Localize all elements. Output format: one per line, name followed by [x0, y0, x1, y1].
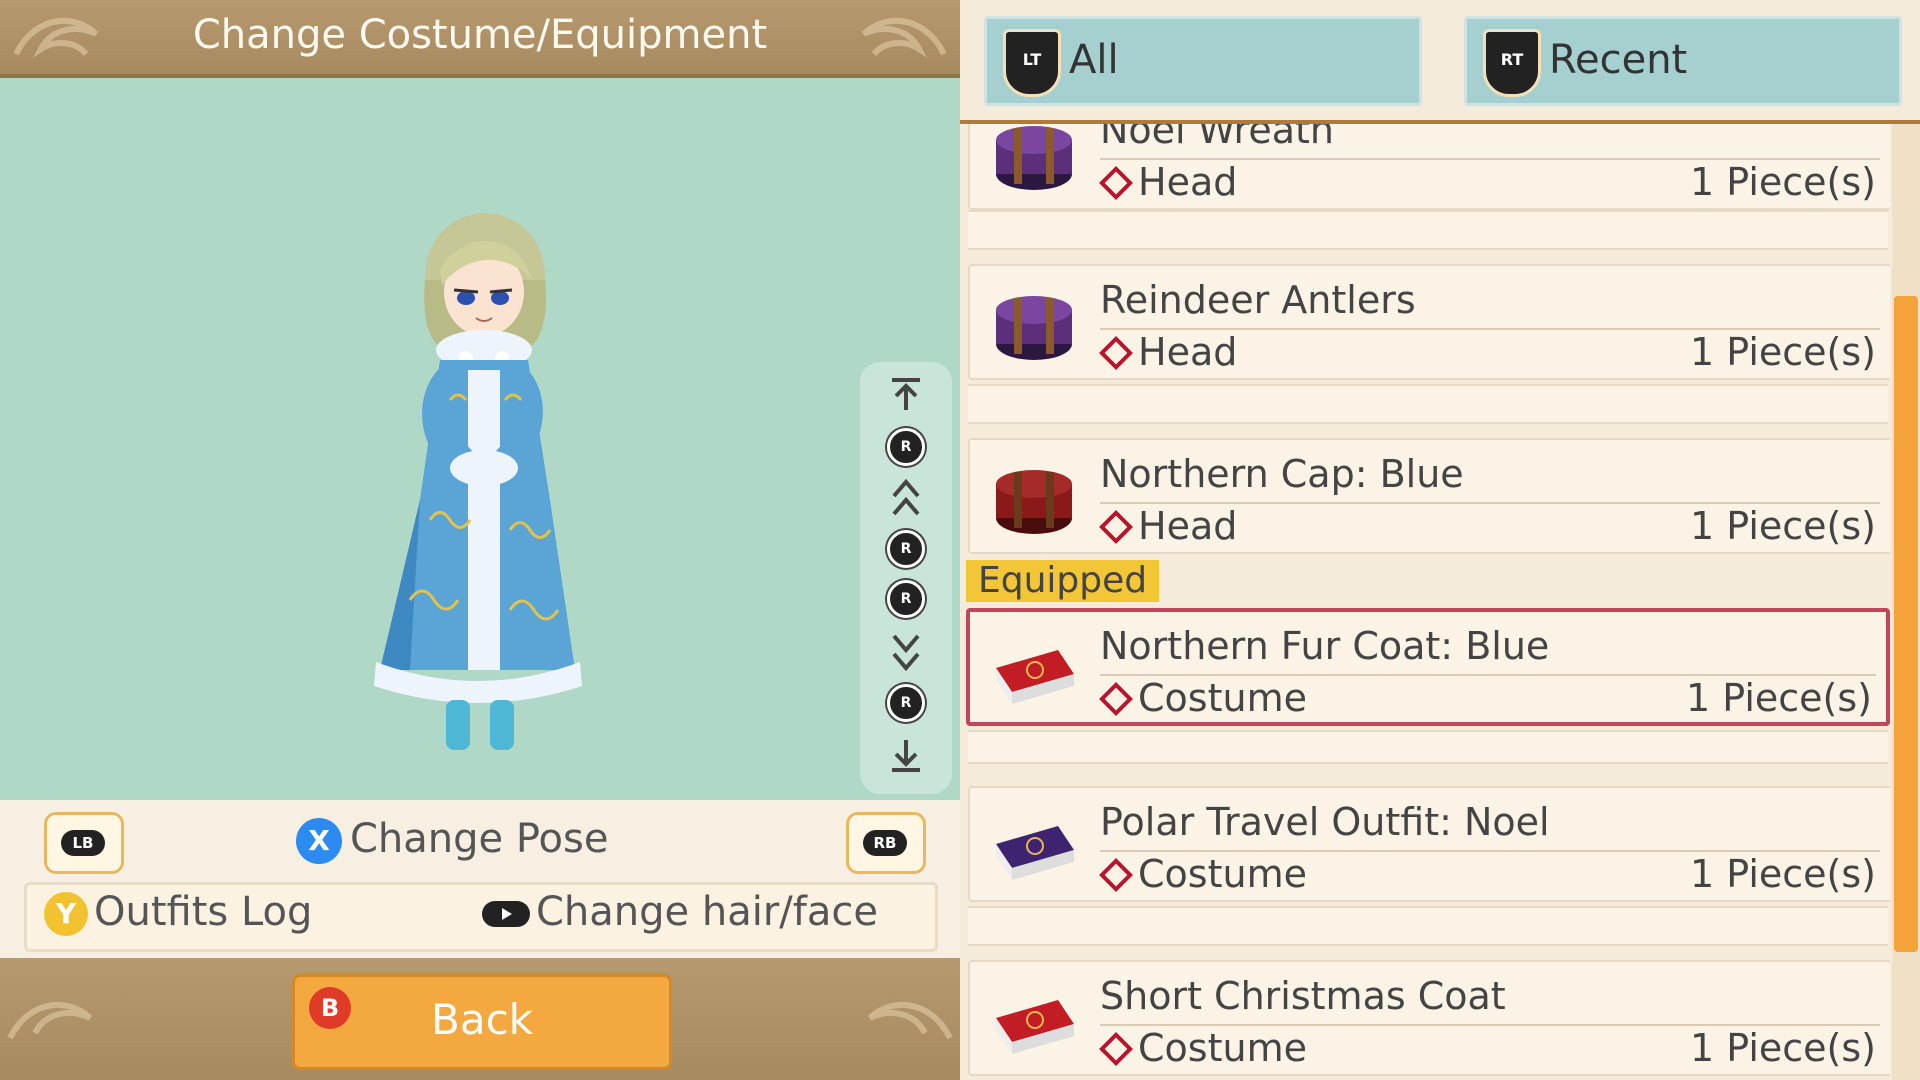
rt-button-icon: RT	[1483, 29, 1541, 97]
rotate-left-icon[interactable]: R	[860, 530, 952, 568]
item-category: Costume	[1096, 1026, 1307, 1070]
item-name: Short Christmas Coat	[1100, 974, 1506, 1018]
zoom-out-icon[interactable]	[860, 628, 952, 678]
diamond-icon	[1099, 1031, 1133, 1066]
ornament-icon	[7, 1002, 93, 1040]
item-name: Polar Travel Outfit: Noel	[1100, 800, 1550, 844]
hat-box-red-icon	[996, 470, 1072, 534]
item-quantity: 1 Piece(s)	[1690, 160, 1876, 204]
item-quantity: 1 Piece(s)	[1690, 504, 1876, 548]
zoom-in-icon[interactable]	[860, 476, 952, 526]
character-model[interactable]	[350, 200, 610, 780]
diamond-icon	[1099, 509, 1133, 544]
divider	[968, 906, 1888, 946]
list-item[interactable]: Polar Travel Outfit: Noel Costume 1 Piec…	[968, 786, 1890, 902]
item-name: Reindeer Antlers	[1100, 278, 1416, 322]
costume-case-red-icon	[996, 1000, 1074, 1054]
change-hair-face-label: Change hair/face	[536, 889, 878, 935]
divider	[968, 384, 1888, 424]
divider	[968, 210, 1888, 250]
ornament-icon	[867, 1002, 953, 1040]
item-category: Head	[1096, 160, 1237, 204]
item-name: Northern Cap: Blue	[1100, 452, 1464, 496]
tab-all[interactable]: LT All	[984, 16, 1422, 106]
camera-controls: R R R R	[860, 362, 952, 794]
change-pose-label: Change Pose	[350, 816, 609, 862]
item-name: Northern Fur Coat: Blue	[1100, 624, 1550, 668]
hat-box-purple-icon	[996, 126, 1072, 190]
hat-box-purple-icon	[996, 296, 1072, 360]
lb-button[interactable]: LB	[44, 812, 124, 874]
tab-recent[interactable]: RT Recent	[1464, 16, 1902, 106]
back-label: Back	[431, 995, 533, 1044]
rotate-down-icon[interactable]: R	[860, 684, 952, 722]
costume-case-purple-icon	[996, 826, 1074, 880]
item-quantity: 1 Piece(s)	[1690, 330, 1876, 374]
list-item[interactable]: Reindeer Antlers Head 1 Piece(s)	[968, 264, 1890, 380]
item-category-label: Costume	[1138, 676, 1307, 720]
zoom-in-max-icon[interactable]	[860, 376, 952, 416]
item-category-label: Head	[1138, 330, 1238, 374]
item-category-label: Costume	[1138, 852, 1307, 896]
tab-label: Recent	[1549, 37, 1688, 83]
scrollbar-thumb[interactable]	[1894, 296, 1918, 952]
y-button-icon: Y	[44, 892, 88, 936]
x-button-icon: X	[296, 818, 342, 864]
list-item-selected[interactable]: Northern Fur Coat: Blue Costume 1 Piece(…	[966, 608, 1890, 726]
change-hair-face-button[interactable]: Change hair/face	[482, 889, 878, 935]
item-category: Head	[1096, 504, 1237, 548]
right-stick-icon	[482, 901, 530, 927]
divider	[968, 730, 1888, 764]
item-category-label: Head	[1138, 160, 1238, 204]
item-quantity: 1 Piece(s)	[1690, 852, 1876, 896]
tab-label: All	[1069, 37, 1119, 83]
back-button[interactable]: B Back	[292, 974, 672, 1070]
item-quantity: 1 Piece(s)	[1686, 676, 1872, 720]
diamond-icon	[1099, 857, 1133, 892]
item-category: Head	[1096, 330, 1237, 374]
diamond-icon	[1099, 335, 1133, 370]
item-name: Noel Wreath	[1100, 124, 1334, 152]
rb-button[interactable]: RB	[846, 812, 926, 874]
item-category-label: Costume	[1138, 1026, 1307, 1070]
item-category-label: Head	[1138, 504, 1238, 548]
item-quantity: 1 Piece(s)	[1690, 1026, 1876, 1070]
rotate-up-icon[interactable]: R	[860, 428, 952, 466]
change-pose-button[interactable]: X Change Pose	[296, 816, 608, 866]
title-bar: Change Costume/Equipment	[0, 0, 960, 78]
diamond-icon	[1099, 681, 1133, 716]
rotate-right-icon[interactable]: R	[860, 580, 952, 618]
costume-case-red-icon	[996, 650, 1074, 704]
item-category: Costume	[1096, 676, 1307, 720]
lt-button-icon: LT	[1003, 29, 1061, 97]
item-list[interactable]: Noel Wreath Head 1 Piece(s) Reindeer Ant…	[960, 124, 1890, 1080]
diamond-icon	[1099, 165, 1133, 200]
outfits-log-button[interactable]: Y Outfits Log	[44, 889, 312, 936]
list-item[interactable]: Northern Cap: Blue Head 1 Piece(s)	[968, 438, 1890, 554]
list-item[interactable]: Noel Wreath Head 1 Piece(s)	[968, 124, 1890, 210]
outfits-log-label: Outfits Log	[94, 889, 313, 935]
zoom-out-max-icon[interactable]	[860, 738, 952, 778]
list-item[interactable]: Short Christmas Coat Costume 1 Piece(s)	[968, 960, 1890, 1076]
item-category: Costume	[1096, 852, 1307, 896]
page-title: Change Costume/Equipment	[192, 12, 768, 58]
equipped-badge: Equipped	[966, 560, 1160, 602]
